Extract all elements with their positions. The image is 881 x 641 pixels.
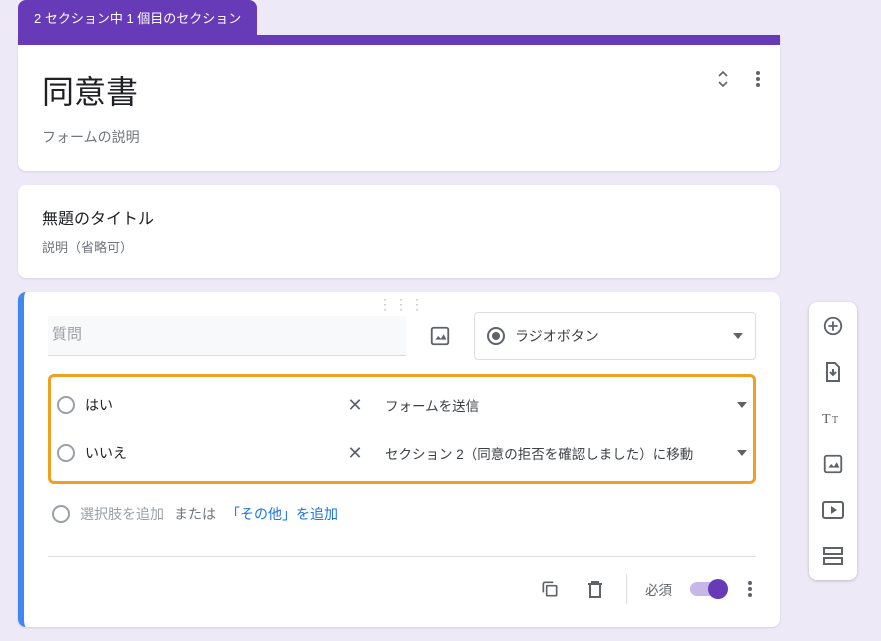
- option-goto-select[interactable]: フォームを送信: [377, 395, 747, 415]
- question-more-icon[interactable]: [744, 577, 756, 601]
- add-section-icon[interactable]: [817, 540, 849, 572]
- header-more-icon[interactable]: [752, 67, 764, 91]
- add-image-icon[interactable]: [420, 316, 460, 356]
- separator: [626, 574, 627, 604]
- option-label[interactable]: はい: [85, 395, 333, 415]
- option-label[interactable]: いいえ: [85, 443, 333, 463]
- add-other-button[interactable]: 「その他」を追加: [226, 504, 338, 524]
- svg-text:T: T: [822, 412, 831, 427]
- options-highlight: はい ✕ フォームを送信 いいえ ✕ セクション 2（同意の拒否を確認しました）…: [48, 374, 756, 484]
- title-block-card[interactable]: 無題のタイトル 説明（省略可）: [18, 185, 780, 278]
- option-goto-label: フォームを送信: [385, 395, 479, 415]
- radio-icon: [487, 327, 505, 345]
- form-header-card: 同意書 フォームの説明: [18, 35, 780, 171]
- remove-option-button[interactable]: ✕: [343, 443, 367, 464]
- question-type-label: ラジオボタン: [515, 326, 723, 346]
- collapse-icon[interactable]: [712, 67, 734, 91]
- add-title-icon[interactable]: TT: [817, 402, 849, 434]
- option-goto-label: セクション 2（同意の拒否を確認しました）に移動: [385, 443, 693, 463]
- radio-outline-icon: [57, 444, 75, 462]
- divider: [48, 556, 756, 557]
- option-row: いいえ ✕ セクション 2（同意の拒否を確認しました）に移動: [57, 429, 747, 477]
- duplicate-button[interactable]: [536, 575, 564, 603]
- required-toggle[interactable]: [690, 582, 726, 596]
- title-block-title: 無題のタイトル: [42, 205, 756, 229]
- delete-button[interactable]: [582, 575, 608, 603]
- section-tab: 2 セクション中 1 個目のセクション: [18, 0, 257, 35]
- form-description[interactable]: フォームの説明: [42, 127, 756, 147]
- radio-outline-icon: [52, 505, 70, 523]
- import-question-icon[interactable]: [817, 356, 849, 388]
- add-image-icon[interactable]: [817, 448, 849, 480]
- side-toolbar: TT: [809, 302, 857, 580]
- title-block-description: 説明（省略可）: [42, 237, 756, 256]
- option-goto-select[interactable]: セクション 2（同意の拒否を確認しました）に移動: [377, 443, 747, 463]
- question-type-select[interactable]: ラジオボタン: [474, 312, 756, 360]
- add-sep: または: [174, 504, 216, 524]
- svg-text:T: T: [832, 415, 838, 426]
- question-input[interactable]: [48, 316, 406, 356]
- add-video-icon[interactable]: [817, 494, 849, 526]
- add-question-icon[interactable]: [817, 310, 849, 342]
- remove-option-button[interactable]: ✕: [343, 395, 367, 416]
- add-option-row: 選択肢を追加 または 「その他」を追加: [48, 494, 756, 534]
- option-row: はい ✕ フォームを送信: [57, 381, 747, 429]
- drag-handle-icon[interactable]: ⋮⋮⋮: [378, 296, 426, 313]
- add-option-button[interactable]: 選択肢を追加: [80, 504, 164, 524]
- form-title[interactable]: 同意書: [42, 67, 756, 113]
- question-card: ⋮⋮⋮ ラジオボタン はい ✕ フォームを送信: [18, 292, 780, 627]
- chevron-down-icon: [733, 333, 743, 339]
- radio-outline-icon: [57, 396, 75, 414]
- chevron-down-icon: [737, 450, 747, 456]
- chevron-down-icon: [737, 402, 747, 408]
- required-label: 必須: [645, 579, 672, 599]
